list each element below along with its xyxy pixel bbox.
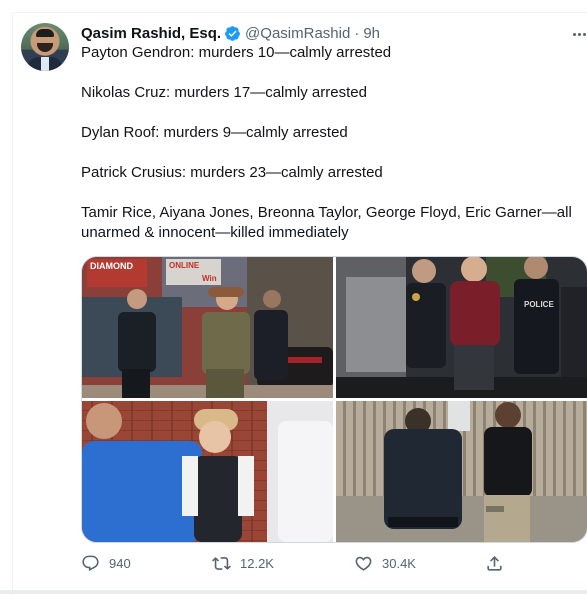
- more-icon[interactable]: [569, 26, 587, 42]
- retweet-icon: [212, 556, 231, 570]
- tweet-paragraph: Dylan Roof: murders 9—calmly arrested: [81, 124, 348, 141]
- like-button[interactable]: 30.4K: [354, 551, 416, 575]
- feed-divider: [0, 590, 587, 594]
- media-grid: DIAMOND ONLINE Win POLICE: [81, 256, 587, 543]
- photo-storefront-arrest[interactable]: DIAMOND ONLINE Win: [82, 257, 333, 398]
- verified-badge-icon: [225, 25, 240, 41]
- retweet-count: 12.2K: [240, 555, 274, 571]
- separator-dot: ·: [354, 24, 360, 42]
- like-count: 30.4K: [382, 555, 416, 571]
- storefront-sign-3: Win: [202, 274, 217, 283]
- retweet-button[interactable]: 12.2K: [212, 551, 274, 575]
- tweet-paragraph: Tamir Rice, Aiyana Jones, Breonna Taylor…: [81, 204, 572, 241]
- avatar[interactable]: [21, 23, 69, 71]
- storefront-sign-2: ONLINE: [169, 261, 200, 270]
- tweet-actions: 940 12.2K 30.4K: [81, 551, 521, 575]
- photo-night-arrest[interactable]: POLICE: [336, 257, 587, 398]
- avatar-hair: [36, 29, 54, 37]
- tweet-paragraph: Patrick Crusius: murders 23—calmly arres…: [81, 164, 383, 181]
- tweet-card[interactable]: Qasim Rashid, Esq. @QasimRashid · 9h Pay…: [12, 12, 587, 595]
- photo-3-image: [82, 401, 333, 542]
- reply-count: 940: [109, 555, 131, 571]
- photo-vest-escort[interactable]: [82, 401, 333, 542]
- share-button[interactable]: [485, 551, 504, 575]
- police-vest-text: POLICE: [524, 300, 554, 309]
- reply-icon: [82, 555, 99, 571]
- heart-icon: [355, 556, 372, 571]
- photo-2-image: POLICE: [336, 257, 587, 398]
- tweet-paragraph: Payton Gendron: murders 10—calmly arrest…: [81, 44, 392, 61]
- avatar-shirt: [41, 57, 49, 71]
- storefront-sign-1: DIAMOND: [90, 261, 133, 271]
- tweet-text: Payton Gendron: murders 10—calmly arrest…: [81, 43, 581, 243]
- author-handle[interactable]: @QasimRashid: [245, 25, 350, 42]
- avatar-beard: [37, 43, 53, 52]
- photo-fence-arrest[interactable]: [336, 401, 587, 542]
- tweet-paragraph: Nikolas Cruz: murders 17—calmly arrested: [81, 84, 367, 101]
- tweet-header: Qasim Rashid, Esq. @QasimRashid · 9h: [81, 23, 380, 43]
- reply-button[interactable]: 940: [81, 551, 131, 575]
- author-name[interactable]: Qasim Rashid, Esq.: [81, 25, 221, 42]
- share-icon: [487, 555, 502, 571]
- photo-4-image: [336, 401, 587, 542]
- tweet-timestamp[interactable]: 9h: [363, 25, 380, 42]
- photo-1-image: DIAMOND ONLINE Win: [82, 257, 333, 398]
